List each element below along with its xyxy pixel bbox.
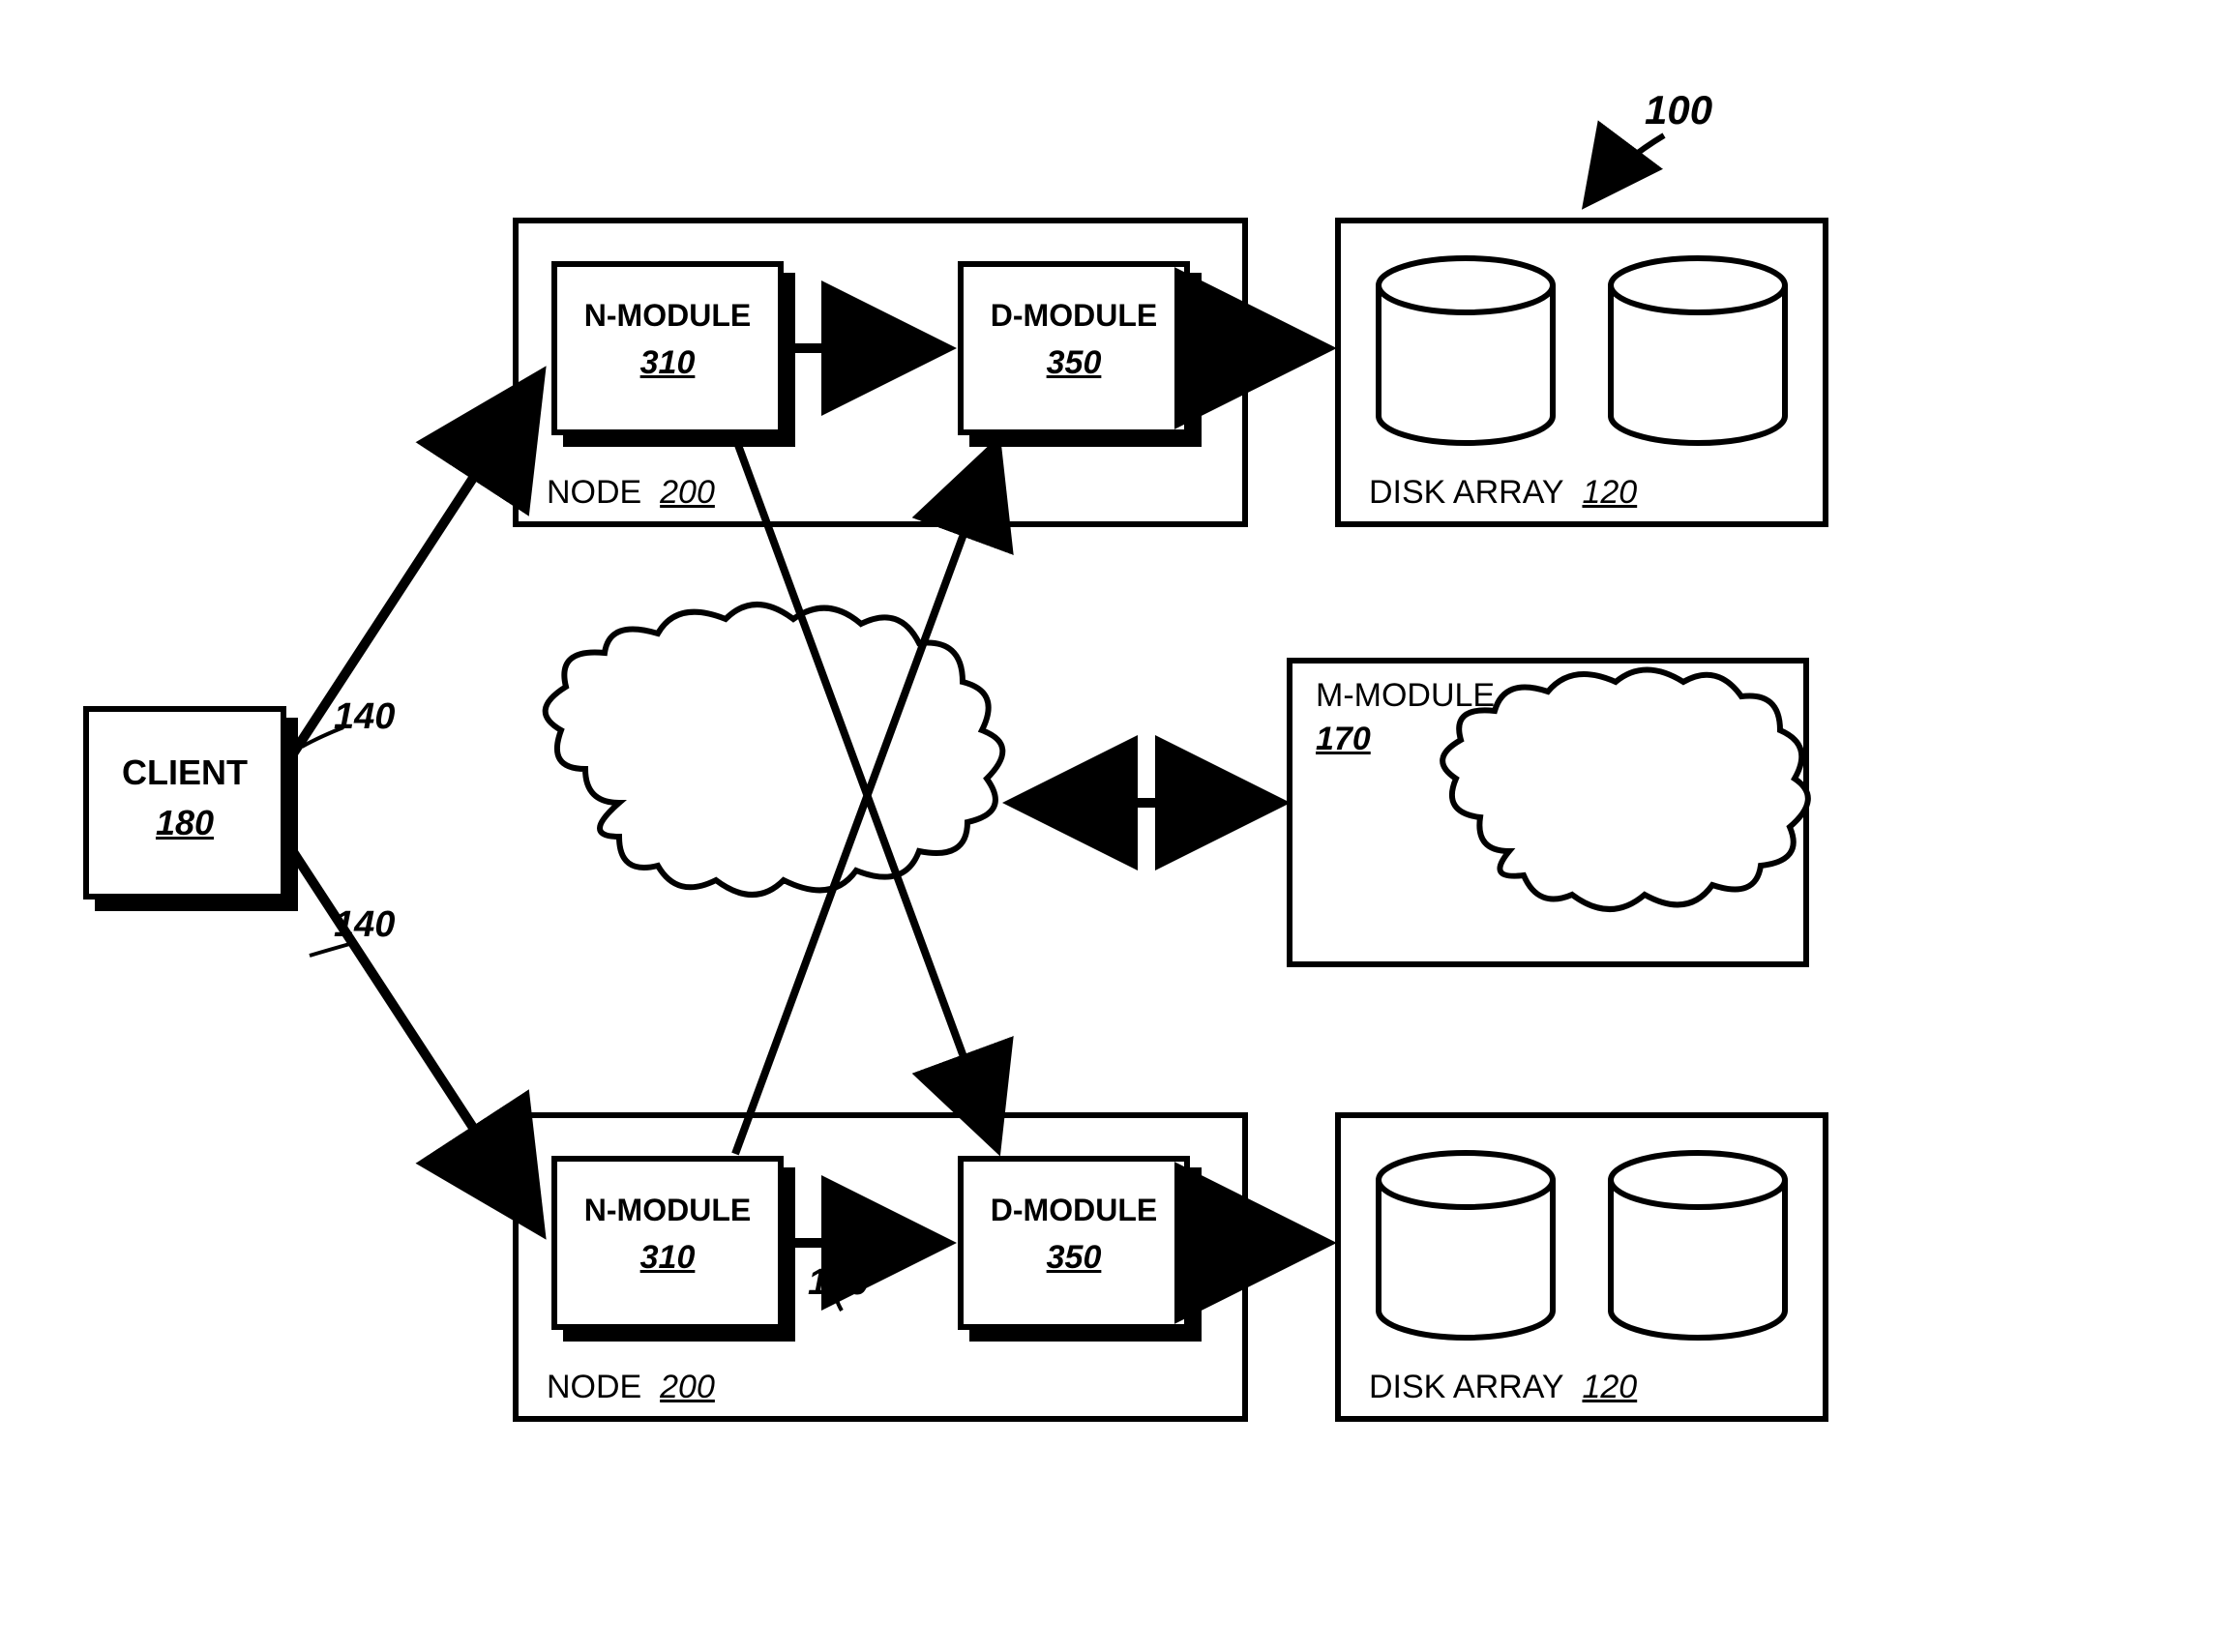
diagram-canvas: 100 CLIENT 180 140 140 NODE 200 N-MODULE… bbox=[0, 0, 2228, 1652]
svg-layer bbox=[0, 0, 2228, 1652]
